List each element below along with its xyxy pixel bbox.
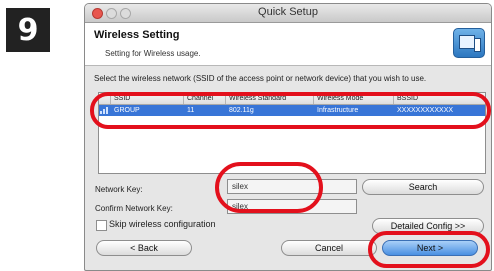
- step-number-badge: 9: [6, 8, 50, 52]
- page-title: Wireless Setting: [94, 29, 180, 41]
- network-key-highlight-circle: [215, 162, 323, 213]
- network-key-label: Network Key:: [95, 185, 143, 194]
- search-button[interactable]: Search: [362, 179, 484, 195]
- table-row-highlight-circle: [90, 92, 491, 129]
- page-subtitle: Setting for Wireless usage.: [105, 49, 201, 58]
- window-title: Quick Setup: [258, 6, 318, 18]
- skip-wireless-checkbox[interactable]: [96, 220, 107, 231]
- confirm-network-key-label: Confirm Network Key:: [95, 204, 173, 213]
- wireless-setup-icon: [453, 28, 485, 58]
- next-button-highlight-circle: [368, 231, 490, 268]
- cancel-button[interactable]: Cancel: [281, 240, 377, 256]
- skip-wireless-label[interactable]: Skip wireless configuration: [109, 219, 216, 229]
- back-button[interactable]: < Back: [96, 240, 192, 256]
- title-bar: Quick Setup: [85, 4, 491, 23]
- wizard-header: Wireless Setting Setting for Wireless us…: [85, 23, 491, 66]
- instruction-text: Select the wireless network (SSID of the…: [94, 74, 427, 83]
